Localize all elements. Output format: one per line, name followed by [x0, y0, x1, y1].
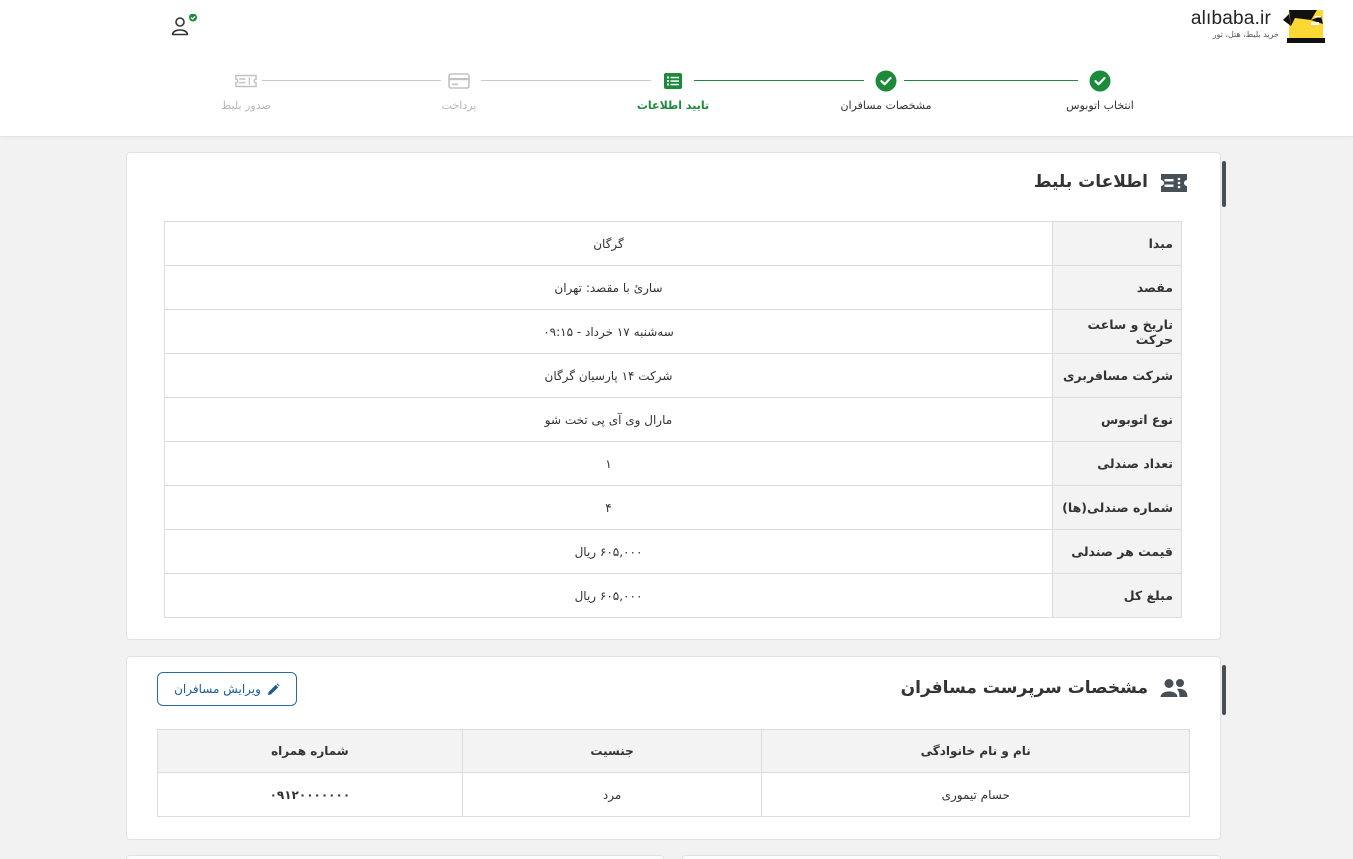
passengers-table: نام و نام خانوادگی جنسیت شماره همراه حسا…	[157, 729, 1190, 817]
row-key: نوع اتوبوس	[1052, 397, 1182, 442]
check-icon	[875, 70, 897, 92]
row-key: مبدا	[1052, 221, 1182, 266]
column-header-gender: جنسیت	[461, 729, 763, 773]
passengers-card: مشخصات سرپرست مسافران ویرایش مسافران نام…	[126, 656, 1226, 840]
row-value: گرگان	[164, 221, 1053, 266]
row-value: ۴	[164, 485, 1053, 530]
step-label: مشخصات مسافران	[840, 99, 932, 112]
row-key: تعداد صندلی	[1052, 441, 1182, 486]
edit-passengers-button[interactable]: ویرایش مسافران	[157, 672, 297, 706]
table-row: مقصد ساریٔ با مقصد: تهران	[164, 265, 1182, 310]
table-row: تاریخ و ساعت حرکت سه‌شنبه ۱۷ خرداد - ۰۹:۱…	[164, 309, 1182, 354]
passenger-gender: مرد	[461, 772, 763, 817]
step-issue-ticket: صدور بلیط	[171, 70, 321, 112]
header: alıbaba.ir خرید بلیط، هتل، تور انتخاب ات…	[0, 0, 1353, 137]
next-card-left	[126, 855, 664, 859]
list-icon	[664, 73, 682, 89]
next-card-right	[682, 855, 1221, 859]
table-row: شماره صندلی(ها) ۴	[164, 485, 1182, 530]
logo-tagline: خرید بلیط، هتل، تور	[1212, 30, 1279, 39]
passenger-mobile: ۰۹۱۲۰۰۰۰۰۰۰	[157, 772, 463, 817]
credit-card-icon	[448, 73, 470, 89]
column-header-mobile: شماره همراه	[157, 729, 463, 773]
step-label: انتخاب اتوبوس	[1066, 99, 1134, 112]
step-passenger-details: مشخصات مسافران	[811, 70, 961, 112]
passengers-title: مشخصات سرپرست مسافران	[900, 678, 1148, 698]
row-key: شرکت مسافربری	[1052, 353, 1182, 398]
row-value: شرکت ۱۴ پارسیان گرگان	[164, 353, 1053, 398]
row-key: قیمت هر صندلی	[1052, 529, 1182, 574]
row-value: ۶۰۵,۰۰۰ ریال	[164, 529, 1053, 574]
table-row: قیمت هر صندلی ۶۰۵,۰۰۰ ریال	[164, 529, 1182, 574]
row-value: ۱	[164, 441, 1053, 486]
table-row: مبلغ کل ۶۰۵,۰۰۰ ریال	[164, 573, 1182, 618]
ticket-icon	[235, 74, 257, 88]
ticket-info-title: اطلاعات بلیط	[1033, 172, 1148, 192]
table-row: مبدا گرگان	[164, 221, 1182, 266]
step-label: تایید اطلاعات	[636, 99, 710, 112]
check-icon	[1089, 70, 1111, 92]
card-accent-bar	[1222, 665, 1226, 715]
row-key: مقصد	[1052, 265, 1182, 310]
edit-passengers-label: ویرایش مسافران	[174, 682, 261, 696]
card-accent-bar	[1222, 161, 1226, 207]
row-key: مبلغ کل	[1052, 573, 1182, 618]
row-key: شماره صندلی(ها)	[1052, 485, 1182, 530]
row-value: ساریٔ با مقصد: تهران	[164, 265, 1053, 310]
table-row: تعداد صندلی ۱	[164, 441, 1182, 486]
step-select-bus: انتخاب اتوبوس	[1025, 70, 1175, 112]
table-row: نوع اتوبوس مارال وی آی پی تخت شو	[164, 397, 1182, 442]
row-value: ۶۰۵,۰۰۰ ریال	[164, 573, 1053, 618]
column-header-name: نام و نام خانوادگی	[761, 729, 1190, 773]
step-label: پرداخت	[441, 99, 477, 112]
table-row: حسام تیموری مرد ۰۹۱۲۰۰۰۰۰۰۰	[157, 772, 1190, 817]
step-payment: پرداخت	[384, 70, 534, 112]
ticket-info-table: مبدا گرگان مقصد ساریٔ با مقصد: تهران تاریخ…	[164, 221, 1182, 618]
table-row: شرکت مسافربری شرکت ۱۴ پارسیان گرگان	[164, 353, 1182, 398]
row-key: تاریخ و ساعت حرکت	[1052, 309, 1182, 354]
users-icon	[1160, 679, 1188, 697]
table-header-row: نام و نام خانوادگی جنسیت شماره همراه	[157, 729, 1190, 773]
logo-text: alıbaba.ir	[1190, 8, 1271, 29]
step-confirm-info: تایید اطلاعات	[598, 70, 748, 112]
user-account-icon[interactable]	[170, 14, 200, 38]
step-label: صدور بلیط	[221, 99, 271, 112]
pencil-icon	[267, 682, 280, 695]
ticket-icon	[1161, 174, 1187, 192]
logo-mark-icon	[1283, 10, 1325, 43]
alibaba-logo[interactable]: alıbaba.ir خرید بلیط، هتل، تور	[1191, 6, 1335, 44]
ticket-info-card: اطلاعات بلیط مبدا گرگان مقصد ساریٔ با مقصد…	[126, 152, 1226, 640]
row-value: سه‌شنبه ۱۷ خرداد - ۰۹:۱۵	[164, 309, 1053, 354]
row-value: مارال وی آی پی تخت شو	[164, 397, 1053, 442]
passenger-name: حسام تیموری	[761, 772, 1190, 817]
